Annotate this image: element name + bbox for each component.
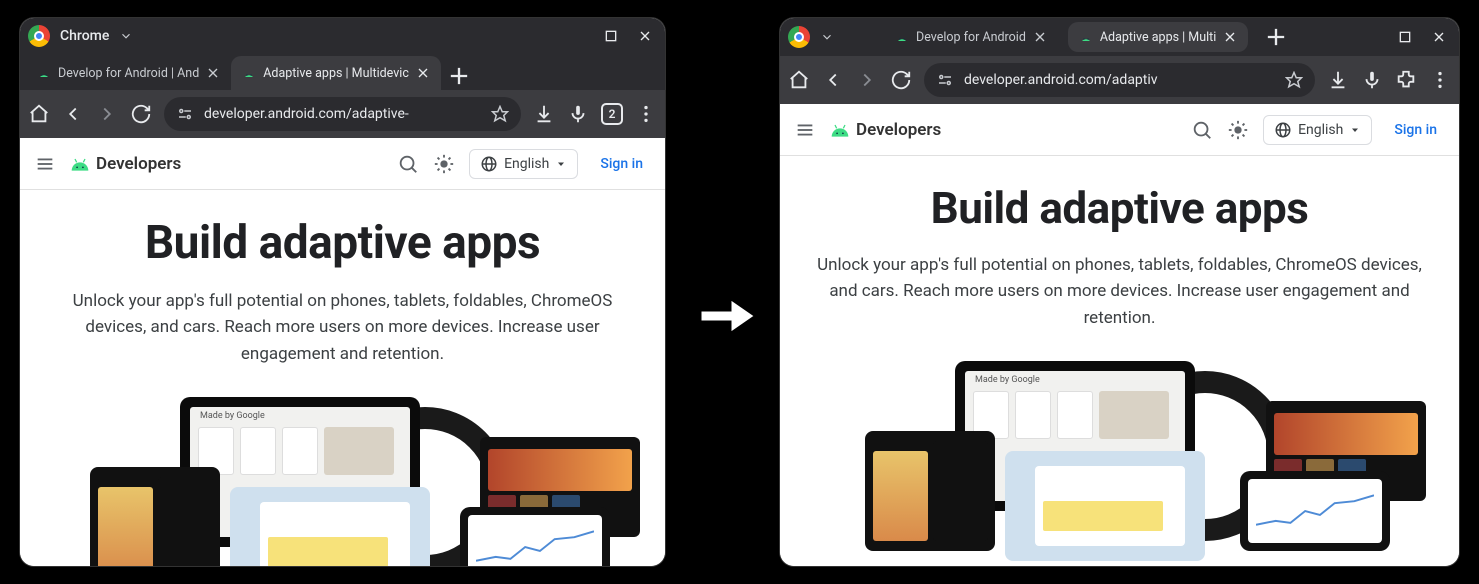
tab-title: Develop for Android — [916, 30, 1026, 45]
address-bar[interactable]: developer.android.com/adaptiv — [924, 63, 1315, 97]
site-header: Developers English Sign in — [780, 104, 1459, 156]
window-titlebar: Chrome — [20, 18, 665, 54]
window-titlebar: Develop for Android Adaptive apps | Mult… — [780, 18, 1459, 56]
download-icon[interactable] — [533, 103, 555, 125]
android-icon — [241, 65, 257, 81]
tab-title: Adaptive apps | Multi — [1100, 30, 1216, 45]
address-bar[interactable]: developer.android.com/adaptive- — [164, 97, 521, 131]
hero-body: Unlock your app's full potential on phon… — [48, 288, 637, 367]
reload-icon[interactable] — [890, 69, 912, 91]
kebab-menu-icon[interactable] — [635, 103, 657, 125]
window-maximize-button[interactable] — [599, 24, 623, 48]
search-icon[interactable] — [1191, 119, 1213, 141]
chrome-icon — [788, 26, 810, 48]
back-icon[interactable] — [62, 103, 84, 125]
tab-adaptive-apps[interactable]: Adaptive apps | Multidevic — [231, 56, 441, 90]
window-narrow: Chrome Develop for Android | And Adaptiv… — [20, 18, 665, 566]
star-icon[interactable] — [1285, 71, 1303, 89]
tab-title: Adaptive apps | Multidevic — [263, 66, 409, 81]
window-maximize-button[interactable] — [1393, 25, 1417, 49]
page-content: Developers English Sign in Build adaptiv… — [20, 138, 665, 566]
window-wide: Develop for Android Adaptive apps | Mult… — [780, 18, 1459, 566]
hero-devices-image: Made by Google — [780, 351, 1459, 566]
logo-text: Developers — [856, 120, 941, 140]
hero-section: Build adaptive apps Unlock your app's fu… — [20, 190, 665, 377]
new-tab-button[interactable] — [1262, 23, 1290, 51]
caret-down-icon — [1349, 124, 1361, 136]
hero-devices-image: Made by Google — [20, 387, 665, 566]
chevron-down-icon[interactable] — [119, 29, 133, 43]
tab-develop-for-android[interactable]: Develop for Android — [884, 22, 1058, 52]
image-caption: Made by Google — [200, 411, 265, 421]
android-icon — [894, 29, 910, 45]
home-icon[interactable] — [28, 103, 50, 125]
tab-adaptive-apps[interactable]: Adaptive apps | Multi — [1068, 22, 1248, 52]
back-icon[interactable] — [822, 69, 844, 91]
reload-icon[interactable] — [130, 103, 152, 125]
language-label: English — [1298, 122, 1343, 138]
site-header: Developers English Sign in — [20, 138, 665, 190]
hamburger-menu-icon[interactable] — [794, 119, 816, 141]
image-caption: Made by Google — [975, 375, 1040, 385]
site-settings-icon[interactable] — [176, 105, 194, 123]
language-label: English — [504, 156, 549, 172]
kebab-menu-icon[interactable] — [1429, 69, 1451, 91]
chrome-icon — [28, 25, 50, 47]
hero-title: Build adaptive apps — [808, 182, 1431, 234]
app-name: Chrome — [60, 28, 109, 44]
tab-count-badge[interactable]: 2 — [601, 103, 623, 125]
new-tab-button[interactable] — [445, 62, 473, 90]
mic-icon[interactable] — [1361, 69, 1383, 91]
sign-in-link[interactable]: Sign in — [592, 156, 651, 172]
tab-close-button[interactable] — [1222, 29, 1238, 45]
forward-icon[interactable] — [96, 103, 118, 125]
browser-toolbar: developer.android.com/adaptiv — [780, 56, 1459, 104]
hamburger-menu-icon[interactable] — [34, 153, 56, 175]
window-close-button[interactable] — [1427, 25, 1451, 49]
site-settings-icon[interactable] — [936, 71, 954, 89]
android-icon — [1078, 29, 1094, 45]
hero-body: Unlock your app's full potential on phon… — [808, 252, 1431, 331]
android-icon — [36, 65, 52, 81]
chevron-down-icon[interactable] — [820, 30, 834, 44]
star-icon[interactable] — [491, 105, 509, 123]
tab-strip: Develop for Android | And Adaptive apps … — [20, 54, 665, 90]
page-content: Developers English Sign in Build adaptiv… — [780, 104, 1459, 566]
android-icon — [70, 157, 90, 171]
search-icon[interactable] — [397, 153, 419, 175]
theme-toggle-icon[interactable] — [1227, 119, 1249, 141]
globe-icon — [480, 155, 498, 173]
android-icon — [830, 123, 850, 137]
developers-logo[interactable]: Developers — [70, 154, 181, 174]
url-text: developer.android.com/adaptive- — [204, 106, 481, 122]
browser-toolbar: developer.android.com/adaptive- 2 — [20, 90, 665, 138]
caret-down-icon — [555, 158, 567, 170]
tab-close-button[interactable] — [1032, 29, 1048, 45]
globe-icon — [1274, 121, 1292, 139]
window-close-button[interactable] — [633, 24, 657, 48]
sign-in-link[interactable]: Sign in — [1386, 122, 1445, 138]
tab-develop-for-android[interactable]: Develop for Android | And — [26, 56, 231, 90]
theme-toggle-icon[interactable] — [433, 153, 455, 175]
logo-text: Developers — [96, 154, 181, 174]
transition-arrow-icon — [696, 292, 760, 340]
forward-icon[interactable] — [856, 69, 878, 91]
home-icon[interactable] — [788, 69, 810, 91]
browser-chrome: Chrome Develop for Android | And Adaptiv… — [20, 18, 665, 138]
browser-chrome: Develop for Android Adaptive apps | Mult… — [780, 18, 1459, 104]
hero-section: Build adaptive apps Unlock your app's fu… — [780, 156, 1459, 341]
url-text: developer.android.com/adaptiv — [964, 72, 1275, 88]
developers-logo[interactable]: Developers — [830, 120, 941, 140]
tab-close-button[interactable] — [205, 65, 221, 81]
language-selector[interactable]: English — [469, 149, 578, 179]
language-selector[interactable]: English — [1263, 115, 1372, 145]
download-icon[interactable] — [1327, 69, 1349, 91]
tab-close-button[interactable] — [415, 65, 431, 81]
extensions-icon[interactable] — [1395, 69, 1417, 91]
tab-title: Develop for Android | And — [58, 66, 199, 81]
hero-title: Build adaptive apps — [48, 216, 637, 270]
mic-icon[interactable] — [567, 103, 589, 125]
